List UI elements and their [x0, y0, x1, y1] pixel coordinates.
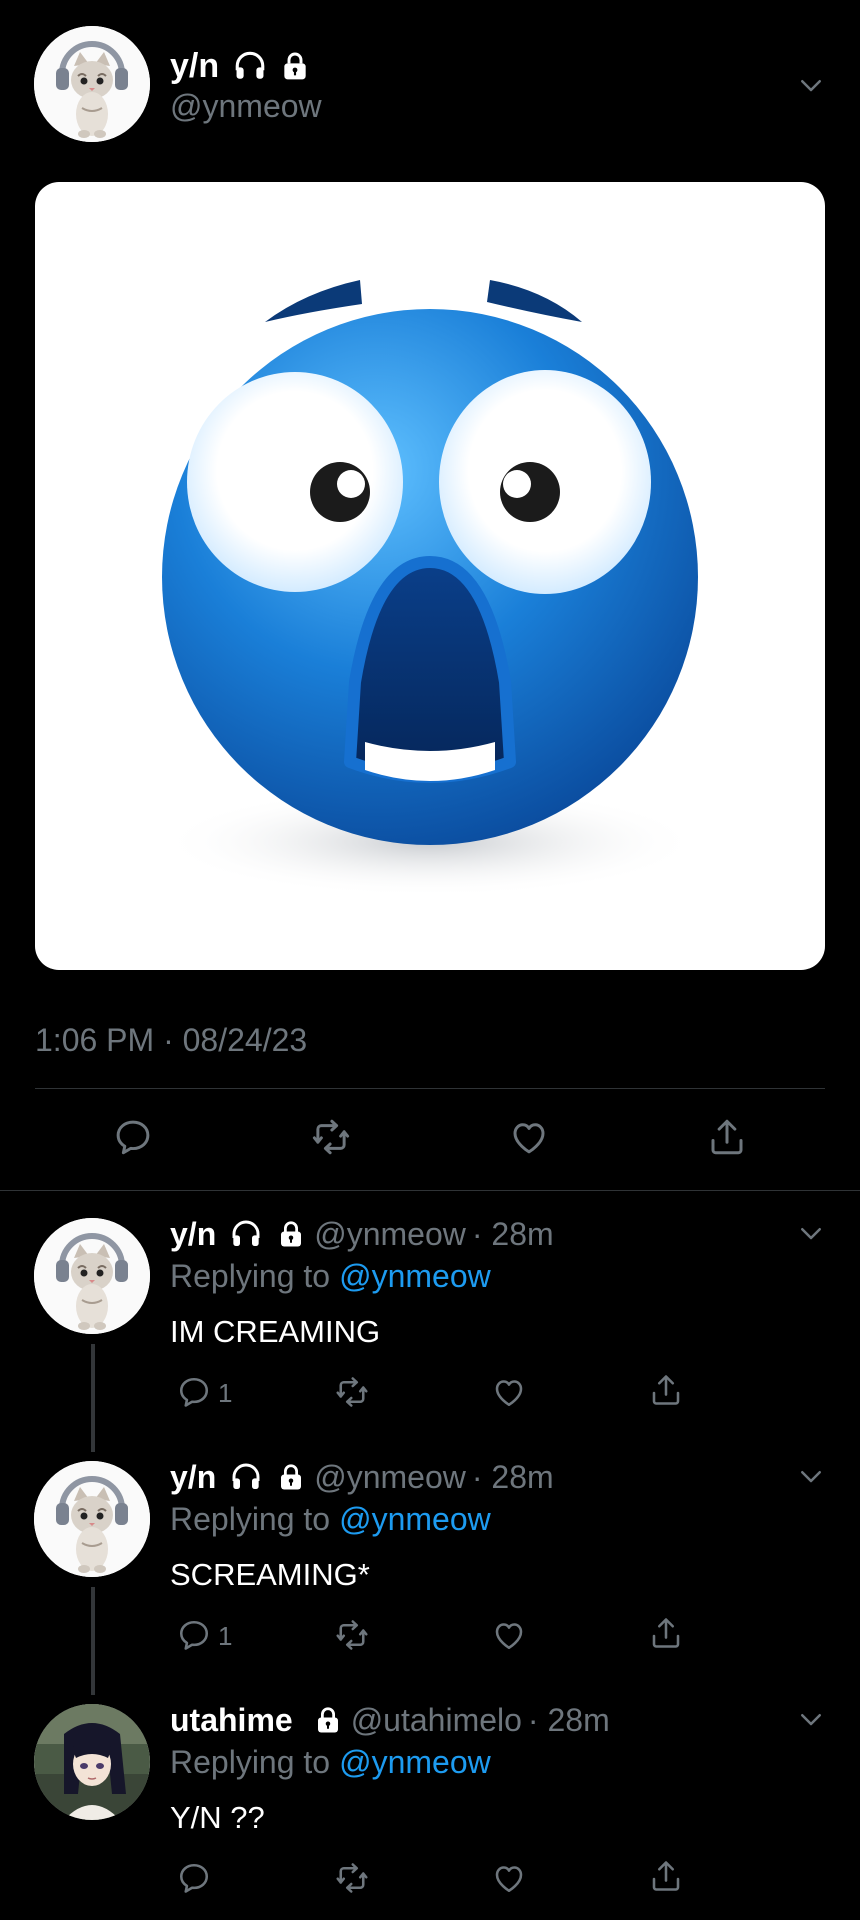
anime-avatar-image	[34, 1704, 150, 1820]
replying-to: Replying to @ynmeow	[170, 1258, 491, 1295]
avatar[interactable]	[34, 26, 150, 142]
chevron-down-icon[interactable]	[796, 1461, 826, 1491]
chevron-down-icon[interactable]	[796, 1218, 826, 1248]
reply-icon[interactable]	[112, 1116, 154, 1158]
cat-avatar-image	[34, 1218, 150, 1334]
chevron-down-icon[interactable]	[796, 1704, 826, 1734]
like-icon[interactable]	[491, 1374, 527, 1410]
reply-header: y/n @ynmeow · 28m	[170, 1214, 554, 1254]
replying-to-label: Replying to	[170, 1258, 331, 1294]
handle[interactable]: @utahimelo	[351, 1702, 522, 1739]
reply-header: y/n @ynmeow · 28m	[170, 1457, 554, 1497]
display-name[interactable]: y/n	[170, 1459, 216, 1496]
replying-to-link[interactable]: @ynmeow	[339, 1258, 491, 1295]
display-name-row: y/n	[170, 44, 311, 88]
replying-to-link[interactable]: @ynmeow	[339, 1744, 491, 1781]
replying-to: Replying to @ynmeow	[170, 1501, 491, 1538]
cat-avatar-image	[34, 1461, 150, 1577]
reply-text: IM CREAMING	[170, 1314, 381, 1349]
chevron-down-icon[interactable]	[796, 70, 826, 100]
retweet-icon[interactable]	[310, 1116, 352, 1158]
cat-avatar-image	[34, 26, 150, 142]
replying-to-link[interactable]: @ynmeow	[339, 1501, 491, 1538]
thread-line	[91, 1587, 95, 1695]
handle[interactable]: @ynmeow	[314, 1459, 466, 1496]
reply-text: SCREAMING*	[170, 1557, 370, 1592]
handle[interactable]: @ynmeow	[170, 88, 322, 125]
shocked-emoji-icon	[160, 280, 700, 897]
lock-icon	[276, 1462, 306, 1492]
reply-text: Y/N ??	[170, 1800, 265, 1835]
retweet-icon[interactable]	[334, 1860, 370, 1896]
headphones-icon	[233, 49, 267, 83]
avatar[interactable]	[34, 1461, 150, 1577]
like-icon[interactable]	[491, 1617, 527, 1653]
retweet-icon[interactable]	[334, 1617, 370, 1653]
display-name[interactable]: utahime	[170, 1702, 293, 1739]
reply-icon[interactable]	[176, 1860, 212, 1896]
reply-header: utahime @utahimelo · 28m	[170, 1700, 610, 1740]
reply-time[interactable]: · 28m	[472, 1459, 554, 1496]
avatar[interactable]	[34, 1218, 150, 1334]
reply-icon[interactable]	[176, 1374, 212, 1410]
share-icon[interactable]	[648, 1858, 684, 1894]
tweet-media-image[interactable]	[35, 182, 825, 970]
avatar[interactable]	[34, 1704, 150, 1820]
retweet-icon[interactable]	[334, 1374, 370, 1410]
like-icon[interactable]	[491, 1860, 527, 1896]
replying-to: Replying to @ynmeow	[170, 1744, 491, 1781]
share-icon[interactable]	[648, 1615, 684, 1651]
display-name[interactable]: y/n	[170, 1216, 216, 1253]
share-icon[interactable]	[706, 1116, 748, 1158]
display-name[interactable]: y/n	[170, 47, 219, 86]
thread-line	[91, 1344, 95, 1452]
lock-icon	[313, 1705, 343, 1735]
reply-count: 1	[218, 1378, 233, 1408]
divider	[0, 1190, 860, 1191]
replying-to-label: Replying to	[170, 1501, 331, 1537]
tweet-timestamp[interactable]: 1:06 PM · 08/24/23	[35, 1022, 307, 1059]
lock-icon	[279, 50, 311, 82]
reply-time[interactable]: · 28m	[528, 1702, 610, 1739]
like-icon[interactable]	[508, 1116, 550, 1158]
share-icon[interactable]	[648, 1372, 684, 1408]
reply-count: 1	[218, 1621, 233, 1651]
reply-icon[interactable]	[176, 1617, 212, 1653]
headphones-icon	[230, 1461, 262, 1493]
handle[interactable]: @ynmeow	[314, 1216, 466, 1253]
reply-time[interactable]: · 28m	[472, 1216, 554, 1253]
lock-icon	[276, 1219, 306, 1249]
replying-to-label: Replying to	[170, 1744, 331, 1780]
divider	[35, 1088, 825, 1089]
headphones-icon	[230, 1218, 262, 1250]
